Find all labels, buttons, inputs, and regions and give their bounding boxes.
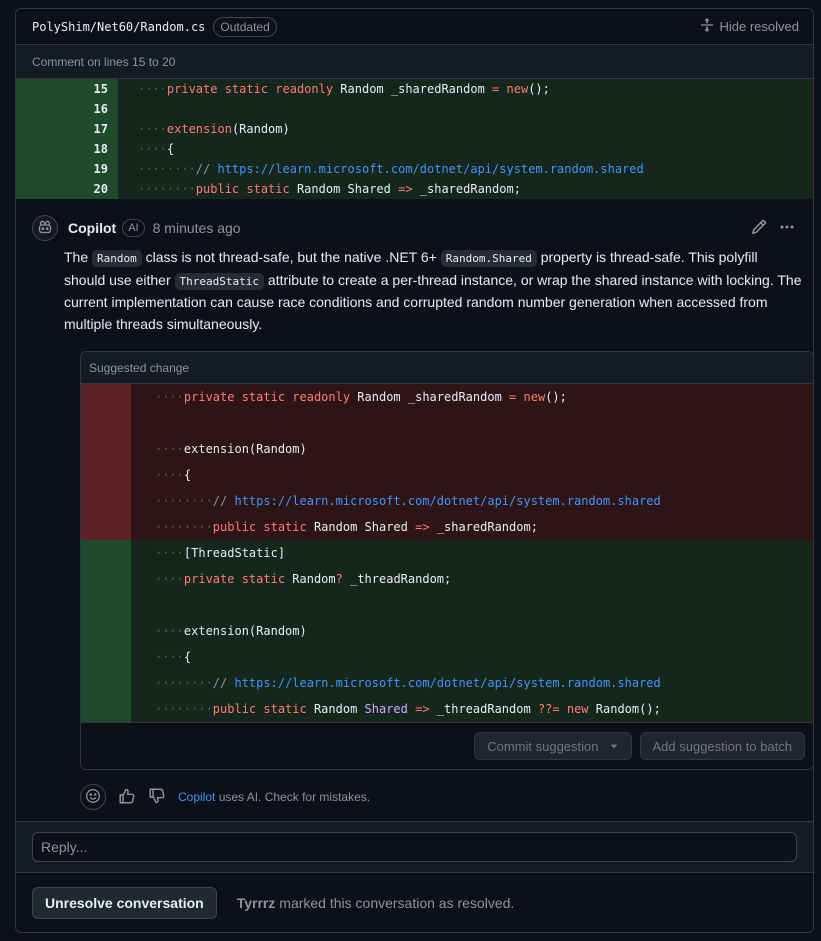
diff-line: 19 ········// https://learn.microsoft.co… bbox=[16, 159, 813, 179]
deleted-line: ····{ bbox=[81, 462, 813, 488]
body-text: The bbox=[64, 249, 93, 265]
ai-disclaimer: Copilot uses AI. Check for mistakes. bbox=[178, 790, 370, 804]
fold-icon bbox=[700, 18, 714, 35]
copilot-icon bbox=[37, 219, 53, 238]
added-line: ····{ bbox=[81, 644, 813, 670]
diff-line: 18 ····{ bbox=[16, 139, 813, 159]
outdated-badge: Outdated bbox=[213, 16, 277, 37]
smiley-icon bbox=[85, 788, 101, 807]
review-conversation: PolyShim/Net60/Random.cs Outdated Hide r… bbox=[15, 8, 814, 933]
comment-timestamp[interactable]: 8 minutes ago bbox=[153, 220, 241, 236]
added-line bbox=[81, 592, 813, 618]
inline-code: ThreadStatic bbox=[174, 272, 265, 290]
ai-badge: AI bbox=[122, 219, 145, 237]
kebab-horizontal-icon[interactable] bbox=[779, 219, 795, 238]
comment-lines-label: Comment on lines 15 to 20 bbox=[16, 45, 813, 79]
hide-resolved-label: Hide resolved bbox=[719, 19, 800, 34]
hide-resolved-button[interactable]: Hide resolved bbox=[700, 18, 800, 35]
deleted-line: ····private static readonly Random _shar… bbox=[81, 384, 813, 410]
resolved-by-user[interactable]: Tyrrrz bbox=[237, 895, 276, 911]
diff-line: 17 ····extension(Random) bbox=[16, 119, 813, 139]
added-line: ····private static Random? _threadRandom… bbox=[81, 566, 813, 592]
resolved-message: Tyrrrz marked this conversation as resol… bbox=[237, 895, 515, 911]
code-line: ····extension(Random) bbox=[118, 119, 813, 139]
line-number: 20 bbox=[16, 179, 118, 199]
resolve-bar: Unresolve conversation Tyrrrz marked thi… bbox=[16, 873, 813, 932]
inline-code: Random.Shared bbox=[440, 250, 537, 267]
comment-reactions: Copilot uses AI. Check for mistakes. bbox=[80, 784, 797, 810]
unresolve-conversation-button[interactable]: Unresolve conversation bbox=[32, 886, 217, 919]
added-line: ········// https://learn.microsoft.com/d… bbox=[81, 670, 813, 696]
comment-actions bbox=[751, 219, 797, 238]
code-line: ········public static Random Shared => _… bbox=[118, 179, 813, 199]
copilot-avatar[interactable] bbox=[32, 215, 58, 241]
resolved-message-text: marked this conversation as resolved. bbox=[275, 894, 515, 911]
suggested-change: Suggested change ····private static read… bbox=[80, 351, 813, 770]
deleted-line: ····extension(Random) bbox=[81, 436, 813, 462]
triangle-down-icon bbox=[609, 739, 619, 754]
reply-area bbox=[16, 821, 813, 873]
line-number: 18 bbox=[16, 139, 118, 159]
code-line: ········// https://learn.microsoft.com/d… bbox=[118, 159, 813, 179]
body-text: class is not thread-safe, but the native… bbox=[141, 249, 441, 265]
line-number: 17 bbox=[16, 119, 118, 139]
inline-code: Random bbox=[92, 250, 142, 267]
thumbsup-icon[interactable] bbox=[118, 787, 136, 808]
added-line: ········public static Random Shared => _… bbox=[81, 696, 813, 722]
reply-input[interactable] bbox=[32, 832, 797, 862]
comment-author[interactable]: Copilot bbox=[68, 220, 116, 236]
conversation-header: PolyShim/Net60/Random.cs Outdated Hide r… bbox=[16, 9, 813, 45]
diff-context: 15 ····private static readonly Random _s… bbox=[16, 79, 813, 199]
comment-body: The Random class is not thread-safe, but… bbox=[64, 247, 802, 335]
comment-header: Copilot AI 8 minutes ago bbox=[32, 215, 797, 241]
pencil-icon[interactable] bbox=[751, 219, 767, 238]
suggested-change-title: Suggested change bbox=[81, 352, 813, 384]
code-line: ····{ bbox=[118, 139, 813, 159]
commit-suggestion-button[interactable]: Commit suggestion bbox=[474, 732, 632, 760]
copilot-link[interactable]: Copilot bbox=[178, 790, 215, 804]
diff-line: 20 ········public static Random Shared =… bbox=[16, 179, 813, 199]
diff-line: 15 ····private static readonly Random _s… bbox=[16, 79, 813, 99]
added-line: ····extension(Random) bbox=[81, 618, 813, 644]
suggestion-actions: Commit suggestion Add suggestion to batc… bbox=[81, 722, 813, 769]
added-line: ····[ThreadStatic] bbox=[81, 540, 813, 566]
code-line bbox=[118, 99, 813, 119]
deleted-line: ········public static Random Shared => _… bbox=[81, 514, 813, 540]
add-reaction-button[interactable] bbox=[80, 784, 106, 810]
add-suggestion-to-batch-button[interactable]: Add suggestion to batch bbox=[639, 732, 805, 760]
line-number: 15 bbox=[16, 79, 118, 99]
commit-suggestion-label: Commit suggestion bbox=[487, 738, 599, 754]
line-number: 16 bbox=[16, 99, 118, 119]
deleted-line: ········// https://learn.microsoft.com/d… bbox=[81, 488, 813, 514]
line-number: 19 bbox=[16, 159, 118, 179]
review-comment: Copilot AI 8 minutes ago The Random clas… bbox=[16, 199, 813, 810]
diff-line: 16 bbox=[16, 99, 813, 119]
deleted-line bbox=[81, 410, 813, 436]
thumbsdown-icon[interactable] bbox=[148, 787, 166, 808]
ai-disclaimer-text: uses AI. Check for mistakes. bbox=[215, 790, 371, 804]
code-line: ····private static readonly Random _shar… bbox=[118, 79, 813, 99]
file-path-link[interactable]: PolyShim/Net60/Random.cs bbox=[32, 20, 205, 34]
